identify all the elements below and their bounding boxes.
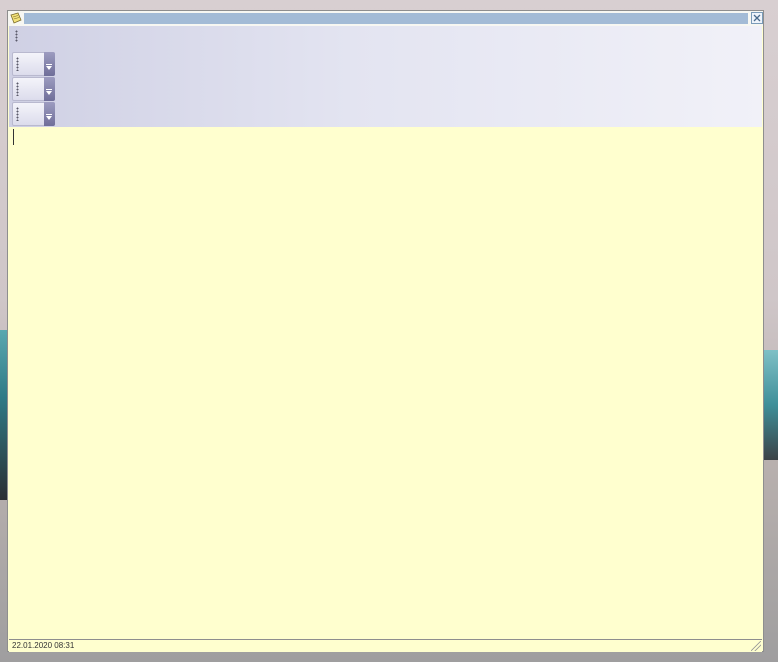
close-button[interactable] [751,12,763,24]
toolbar-options-dropdown-button[interactable] [44,52,55,76]
toolbar-2[interactable] [12,77,55,101]
chevron-down-icon [46,66,52,70]
timestamp-label: 22.01.2020 08:31 [12,641,75,650]
toolbar-options-dropdown-icon [46,89,52,90]
caption-bar[interactable] [24,13,748,24]
toolbar-3[interactable] [12,102,55,126]
text-caret [13,129,14,145]
sticky-note-window: 22.01.2020 08:31 [7,10,764,652]
resize-grip-icon[interactable] [751,641,761,651]
toolbar-options-dropdown-button[interactable] [44,102,55,126]
chevron-down-icon [46,91,52,95]
toolbar-options-dropdown-icon [46,114,52,115]
sticky-note-icon[interactable] [10,12,22,24]
close-icon [753,14,761,22]
toolbar-options-dropdown-button[interactable] [44,77,55,101]
title-bar[interactable] [8,11,763,26]
grip-handle-icon[interactable] [16,82,19,96]
grip-handle-icon[interactable] [15,30,18,42]
toolbar-options-dropdown-icon [46,64,52,65]
note-text-editor[interactable] [9,127,762,639]
toolbar-area [9,26,762,127]
toolbar-1[interactable] [12,52,55,76]
grip-handle-icon[interactable] [16,107,19,121]
chevron-down-icon [46,116,52,120]
status-bar: 22.01.2020 08:31 [9,639,762,652]
desktop-background-right [764,350,778,460]
grip-handle-icon[interactable] [16,57,19,71]
